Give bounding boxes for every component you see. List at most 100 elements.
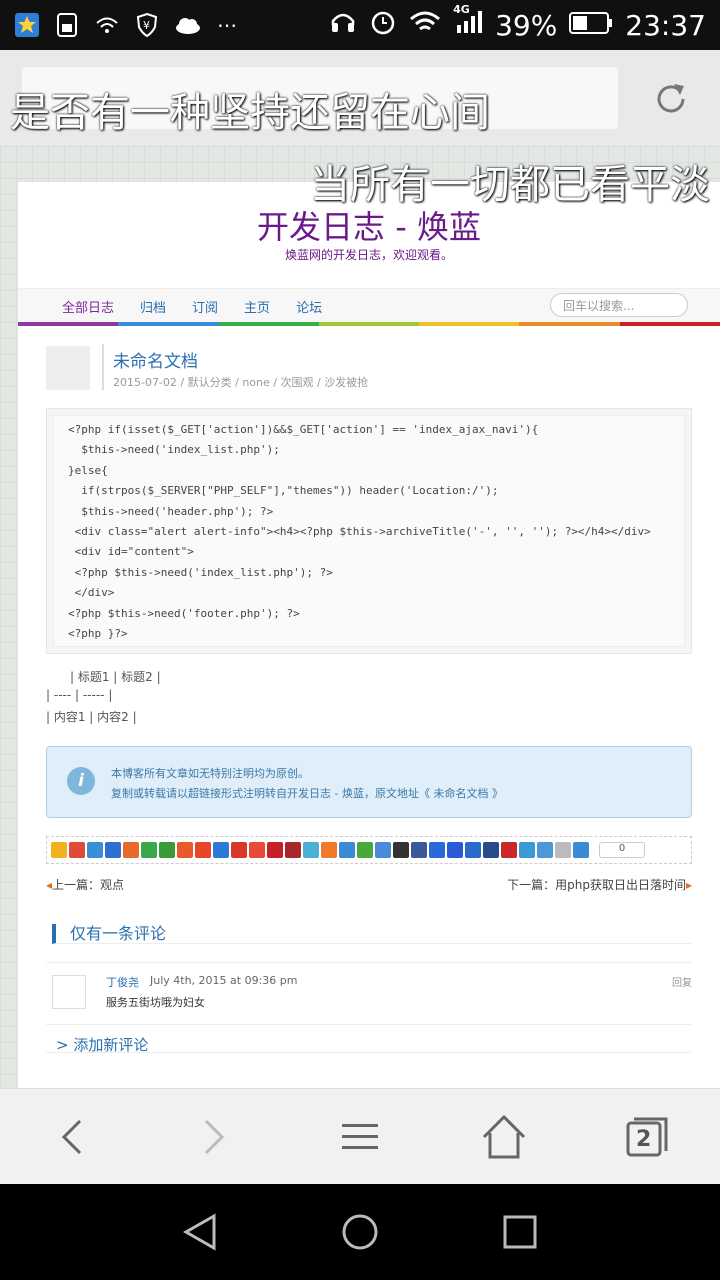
share-twitter-icon[interactable] — [519, 842, 535, 858]
code-block: <?php if(isset($_GET['action'])&&$_GET['… — [46, 408, 692, 654]
code-line: if(strpos($_SERVER["PHP_SELF"],"themes")… — [68, 484, 499, 498]
divider — [46, 962, 692, 963]
shield-icon: ¥ — [134, 12, 160, 38]
browser-toolbar: 2 — [0, 1088, 720, 1184]
share-more-icon[interactable] — [573, 842, 589, 858]
code-line: }else{ — [68, 463, 108, 477]
code-line: $this->need('index_list.php'); — [68, 443, 280, 457]
share-kaixin-icon[interactable] — [123, 842, 139, 858]
status-bar: ¥ ⋯ 4G 39% 23:37 — [0, 0, 720, 50]
avatar — [52, 975, 86, 1009]
svg-text:¥: ¥ — [143, 19, 150, 32]
share-facebook-icon[interactable] — [411, 842, 427, 858]
share-copy-icon[interactable] — [555, 842, 571, 858]
star-app-icon — [14, 12, 40, 38]
nav-item-home[interactable]: 主页 — [244, 297, 270, 316]
battery-percent: 39% — [495, 8, 558, 42]
lyric-overlay-line-1: 是否有一种坚持还留在心间 — [10, 90, 490, 136]
code-line: $this->need('header.php'); ?> — [68, 504, 274, 518]
post-title[interactable]: 未命名文档 — [113, 347, 198, 372]
share-count: 0 — [599, 842, 645, 858]
code-content: <?php if(isset($_GET['action'])&&$_GET['… — [53, 415, 685, 647]
nav-item-all-logs[interactable]: 全部日志 — [62, 297, 114, 316]
arrow-right-icon: ▸ — [685, 878, 692, 892]
code-line: <?php if(isset($_GET['action'])&&$_GET['… — [68, 423, 539, 436]
lyric-overlay-line-2: 当所有一切都已看平淡 — [310, 162, 710, 208]
share-yixin-icon[interactable] — [339, 842, 355, 858]
share-renren-icon[interactable] — [105, 842, 121, 858]
markdown-row: | ---- | ----- | — [46, 688, 113, 702]
share-pocket-icon[interactable] — [501, 842, 517, 858]
menu-icon[interactable] — [336, 1113, 384, 1161]
nav-item-forum[interactable]: 论坛 — [296, 297, 322, 316]
share-163-icon[interactable] — [231, 842, 247, 858]
comment-author[interactable]: 丁俊尧 — [106, 974, 139, 990]
share-bar: 0 — [46, 836, 692, 864]
info-icon: i — [67, 767, 95, 795]
notice-line-1: 本博客所有文章如无特别注明均为原创。 — [111, 767, 309, 780]
nav-home-icon[interactable] — [340, 1212, 380, 1252]
share-baidu-icon[interactable] — [213, 842, 229, 858]
network-type-label: 4G — [453, 2, 470, 16]
nav-item-subscribe[interactable]: 订阅 — [192, 297, 218, 316]
more-notifications-icon: ⋯ — [217, 13, 237, 37]
share-qzone-icon[interactable] — [51, 842, 67, 858]
comment-text: 服务五街坊哦为妇女 — [106, 996, 205, 1009]
divider — [102, 344, 104, 390]
share-tianya-icon[interactable] — [249, 842, 265, 858]
code-line: <?php }?> — [68, 627, 128, 641]
share-fav-icon[interactable] — [285, 842, 301, 858]
tabs-icon[interactable]: 2 — [622, 1113, 670, 1161]
share-wechat-icon[interactable] — [357, 842, 373, 858]
code-line: <?php $this->need('index_list.php'); ?> — [68, 565, 333, 579]
comments-heading: 仅有一条评论 — [52, 924, 692, 944]
nav-back-icon[interactable] — [180, 1212, 220, 1252]
share-email-icon[interactable] — [537, 842, 553, 858]
share-weibo-icon[interactable] — [69, 842, 85, 858]
back-icon[interactable] — [48, 1113, 96, 1161]
wifi-signal-icon — [409, 9, 441, 42]
cloud-icon — [174, 12, 200, 38]
prev-post-label: 上一篇：观点 — [52, 878, 125, 892]
next-post-label: 下一篇：用php获取日出日落时间 — [507, 878, 686, 892]
post-meta: 2015-07-02 / 默认分类 / none / 次围观 / 沙发被抢 — [113, 376, 369, 389]
sim-card-icon — [54, 12, 80, 38]
share-qq-icon[interactable] — [87, 842, 103, 858]
share-netease-icon[interactable] — [267, 842, 283, 858]
share-douban-icon[interactable] — [159, 842, 175, 858]
post-thumbnail — [46, 346, 90, 390]
home-icon[interactable] — [480, 1113, 528, 1161]
web-page: 开发日志 - 焕蓝 焕蓝网的开发日志，欢迎观看。 全部日志 归档 订阅 主页 论… — [0, 146, 720, 1088]
share-one-icon[interactable] — [429, 842, 445, 858]
copyright-notice: i 本博客所有文章如无特别注明均为原创。 复制或转载请以超链接形式注明转自开发日… — [46, 746, 692, 818]
reply-button[interactable]: 回复 — [672, 974, 692, 989]
nav-recents-icon[interactable] — [500, 1212, 540, 1252]
share-print-icon[interactable] — [483, 842, 499, 858]
cell-signal-icon: 4G — [453, 3, 483, 42]
notice-line-2[interactable]: 复制或转载请以超链接形式注明转自开发日志 - 焕蓝，原文地址《 未命名文档 》 — [111, 785, 503, 801]
share-taobao-icon[interactable] — [195, 842, 211, 858]
search-input[interactable]: 回车以搜索... — [550, 293, 688, 317]
share-tieba-icon[interactable] — [465, 842, 481, 858]
next-post-link[interactable]: 下一篇：用php获取日出日落时间▸ — [507, 876, 692, 893]
share-sohu-icon[interactable] — [177, 842, 193, 858]
code-line: <div class="alert alert-info"><h4><?php … — [68, 525, 651, 539]
headset-icon — [329, 9, 357, 42]
share-mail-icon[interactable] — [375, 842, 391, 858]
code-line: <div id="content"> — [68, 545, 194, 559]
nav-item-archive[interactable]: 归档 — [140, 297, 166, 316]
forward-icon[interactable] — [190, 1113, 238, 1161]
share-apple-icon[interactable] — [321, 842, 337, 858]
code-line: </div> — [68, 586, 115, 600]
share-clover-icon[interactable] — [141, 842, 157, 858]
share-delicious-icon[interactable] — [393, 842, 409, 858]
prev-post-link[interactable]: ◂上一篇：观点 — [46, 876, 124, 893]
clock: 23:37 — [625, 8, 706, 42]
markdown-row: | 标题1 | 标题2 | — [70, 670, 161, 684]
color-stripe — [18, 322, 720, 326]
share-tqq-icon[interactable] — [303, 842, 319, 858]
share-baidu-paw-icon[interactable] — [447, 842, 463, 858]
site-subtitle: 焕蓝网的开发日志，欢迎观看。 — [284, 248, 453, 262]
reload-icon[interactable] — [652, 80, 690, 118]
code-line: <?php $this->need('footer.php'); ?> — [68, 606, 300, 620]
